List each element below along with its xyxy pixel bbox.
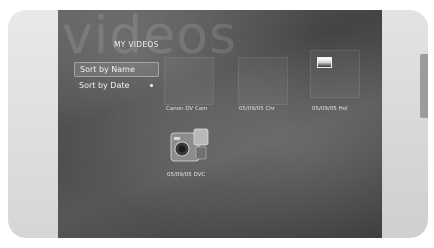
- sort-by-name-option[interactable]: Sort by Name: [74, 62, 159, 77]
- tile-label: Canon DV Cam: [166, 106, 208, 112]
- photo-thumbnail-icon: [317, 57, 332, 68]
- tile-label: 05/09/05 Chr: [239, 106, 276, 112]
- sort-by-name-label: Sort by Name: [80, 65, 135, 74]
- camcorder-icon[interactable]: [170, 125, 210, 171]
- page-title: MY VIDEOS: [114, 40, 159, 49]
- sort-by-date-label: Sort by Date: [79, 81, 130, 90]
- sort-by-date-option[interactable]: Sort by Date: [74, 79, 157, 92]
- video-folder-tile[interactable]: [310, 50, 360, 98]
- tile-label: 05/09/05 DVC: [167, 172, 206, 178]
- tile-label: 05/09/05 Hol: [312, 106, 348, 112]
- video-folder-tile[interactable]: [238, 57, 288, 105]
- bullet-icon: [150, 84, 153, 87]
- video-folder-tile[interactable]: [164, 57, 214, 105]
- sort-menu: Sort by Name Sort by Date: [74, 62, 159, 94]
- media-screen: videos MY VIDEOS Sort by Name Sort by Da…: [58, 10, 382, 238]
- bezel-grip: [420, 54, 428, 118]
